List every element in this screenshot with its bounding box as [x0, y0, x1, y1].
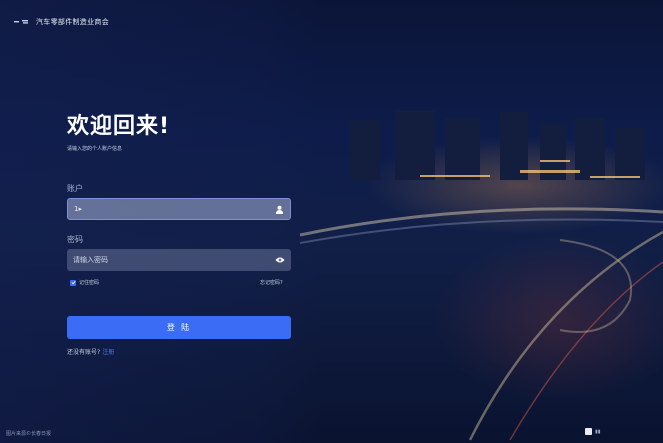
remember-checkbox[interactable] — [70, 279, 76, 286]
account-field[interactable] — [67, 198, 291, 220]
account-input[interactable] — [74, 205, 274, 213]
register-prompt: 还没有账号? — [67, 349, 101, 356]
register-link[interactable]: 注册 — [102, 349, 114, 356]
brand-name: 汽车零部件制造业商会 — [36, 18, 109, 26]
password-field[interactable] — [67, 249, 291, 271]
account-label: 账户 — [67, 184, 83, 193]
remember-password[interactable]: 记住密码 — [70, 279, 99, 286]
register-row: 还没有账号? 注册 — [67, 347, 114, 356]
forgot-password-link[interactable]: 忘记密码? — [260, 279, 283, 286]
password-label: 密码 — [67, 235, 83, 244]
square-icon — [585, 428, 592, 435]
logo-icon — [14, 20, 28, 24]
corner-widget[interactable]: ▮▮ — [585, 428, 601, 435]
welcome-title: 欢迎回来! — [67, 114, 171, 139]
remember-label: 记住密码 — [79, 280, 100, 286]
form-overlay — [0, 0, 320, 443]
password-input[interactable] — [73, 256, 275, 264]
brand: 汽车零部件制造业商会 — [14, 17, 109, 27]
eye-icon[interactable] — [275, 255, 285, 265]
checkmark-icon — [71, 280, 75, 285]
login-button[interactable]: 登 陆 — [67, 316, 291, 339]
image-credit: 图片来源©长春日报 — [6, 431, 52, 437]
user-icon — [274, 204, 284, 214]
welcome-subtitle: 请输入您的个人账户信息 — [67, 146, 123, 152]
corner-text: ▮▮ — [595, 428, 601, 435]
login-page: 汽车零部件制造业商会 欢迎回来! 请输入您的个人账户信息 账户 密码 记住密码 … — [0, 0, 663, 443]
